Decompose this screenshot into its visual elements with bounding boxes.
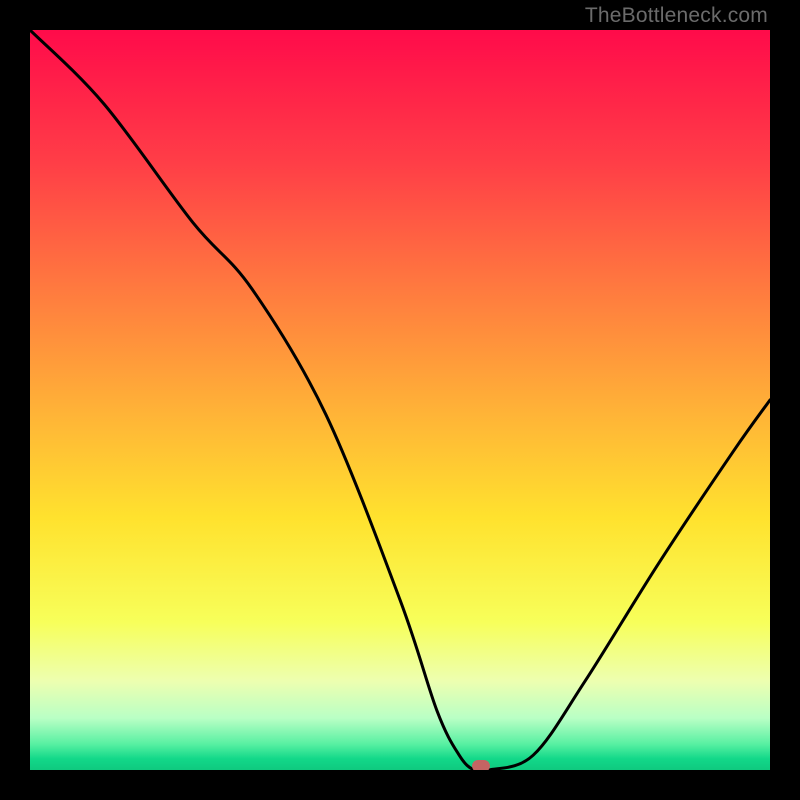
chart-frame: TheBottleneck.com [0,0,800,800]
plot-area [30,30,770,770]
optimum-marker [472,760,490,770]
background-gradient [30,30,770,770]
watermark-text: TheBottleneck.com [585,4,768,28]
